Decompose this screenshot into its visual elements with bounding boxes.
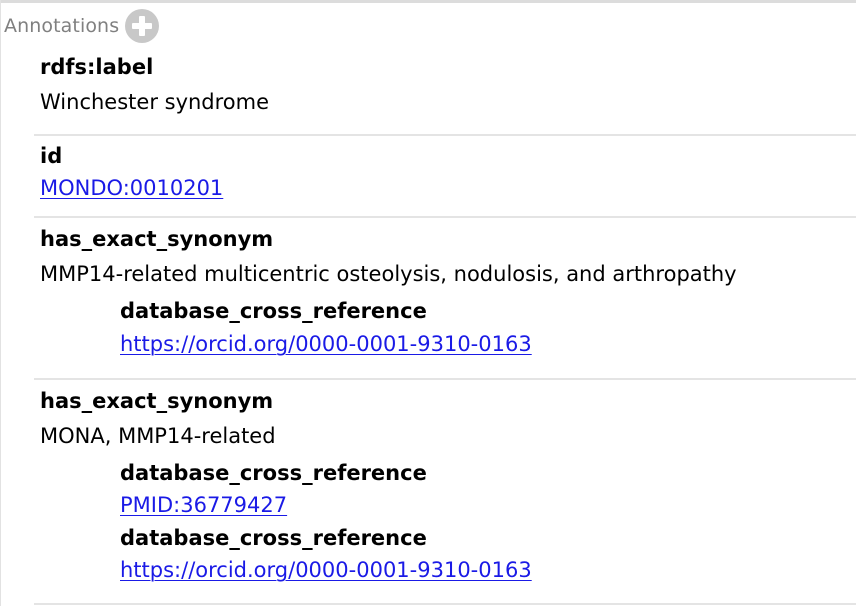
annotation-property-synonym: has_exact_synonym [40,389,274,413]
annotation-divider [34,134,856,136]
sub-annotation-value: https://orcid.org/0000-0001-9310-0163 [120,332,532,356]
annotations-title: Annotations [4,15,120,37]
sub-annotation-value: PMID:36779427 [120,493,287,517]
add-annotation-button[interactable] [125,9,160,43]
annotation-property-label: rdfs:label [40,55,154,79]
annotation-value-id: MONDO:0010201 [40,176,223,200]
sub-annotation-property: database_cross_reference [120,461,427,485]
annotation-property-id: id [40,144,63,168]
annotation-value-synonym: MMP14-related multicentric osteolysis, n… [40,262,737,286]
left-border [0,0,1,606]
plus-icon-vertical [139,16,146,36]
sub-annotation-property: database_cross_reference [120,299,427,323]
pmid-link[interactable]: PMID:36779427 [120,493,287,517]
annotation-value-synonym: MONA, MMP14-related [40,424,276,448]
annotation-divider [34,216,856,218]
annotation-divider [34,378,856,380]
orcid-link[interactable]: https://orcid.org/0000-0001-9310-0163 [120,558,532,582]
annotation-divider [34,603,856,605]
annotation-value-label: Winchester syndrome [40,90,270,114]
annotations-header: Annotations [4,9,160,43]
sub-annotation-property: database_cross_reference [120,526,427,550]
mondo-id-link[interactable]: MONDO:0010201 [40,176,223,200]
top-border [0,0,856,3]
annotation-property-synonym: has_exact_synonym [40,227,274,251]
sub-annotation-value: https://orcid.org/0000-0001-9310-0163 [120,558,532,582]
orcid-link[interactable]: https://orcid.org/0000-0001-9310-0163 [120,332,532,356]
